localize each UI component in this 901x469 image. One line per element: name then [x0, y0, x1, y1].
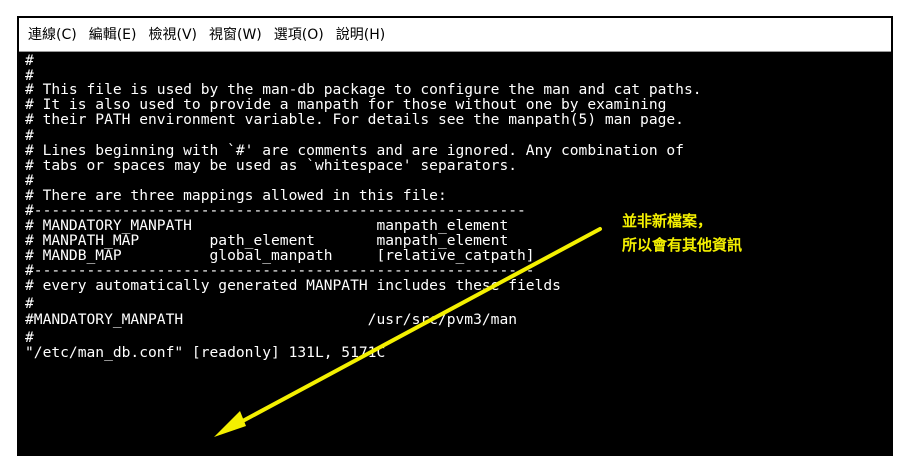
terminal-line: # MANPATH_MAP path_element manpath_eleme…	[25, 232, 509, 249]
menu-window[interactable]: 視窗(W)	[209, 18, 262, 52]
terminal-line: # It is also used to provide a manpath f…	[25, 96, 667, 113]
terminal-line: #	[25, 172, 34, 189]
status-line: "/etc/man_db.conf" [readonly] 131L, 5171…	[25, 344, 386, 361]
terminal-line: #---------------------------------------…	[25, 202, 526, 219]
terminal-line: # This file is used by the man-db packag…	[25, 81, 702, 98]
terminal-window: 連線(C) 編輯(E) 檢視(V) 視窗(W) 選項(O) 說明(H) # # …	[17, 16, 893, 456]
terminal-line: # tabs or spaces may be used as `whitesp…	[25, 157, 518, 174]
terminal-line: # every automatically generated MANPATH …	[25, 277, 561, 294]
terminal-line: #	[25, 295, 34, 312]
terminal-line: # Lines beginning with `#' are comments …	[25, 142, 684, 159]
terminal-line: #MANDATORY_MANPATH /usr/src/pvm3/man	[25, 311, 518, 328]
terminal-line: # their PATH environment variable. For d…	[25, 111, 684, 128]
terminal-line: # MANDB_MAP global_manpath [relative_cat…	[25, 247, 535, 264]
terminal-line: # There are three mappings allowed in th…	[25, 187, 447, 204]
annotation-text-line-1: 並非新檔案，	[622, 212, 713, 230]
menu-view[interactable]: 檢視(V)	[148, 18, 197, 52]
terminal-screen[interactable]: # # # This file is used by the man-db pa…	[19, 52, 891, 454]
menu-edit[interactable]: 編輯(E)	[89, 18, 137, 52]
terminal-line: #	[25, 127, 34, 144]
menu-connect[interactable]: 連線(C)	[28, 18, 77, 52]
terminal-line: #---------------------------------------…	[25, 262, 535, 279]
menu-options[interactable]: 選項(O)	[274, 18, 324, 52]
annotation-text-line-2: 所以會有其他資訊	[622, 236, 743, 254]
terminal-line: #	[25, 52, 34, 69]
menu-help[interactable]: 說明(H)	[336, 18, 385, 52]
terminal-line: #	[25, 329, 34, 346]
menu-bar: 連線(C) 編輯(E) 檢視(V) 視窗(W) 選項(O) 說明(H)	[19, 18, 891, 52]
terminal-line: # MANDATORY_MANPATH manpath_element	[25, 217, 509, 234]
